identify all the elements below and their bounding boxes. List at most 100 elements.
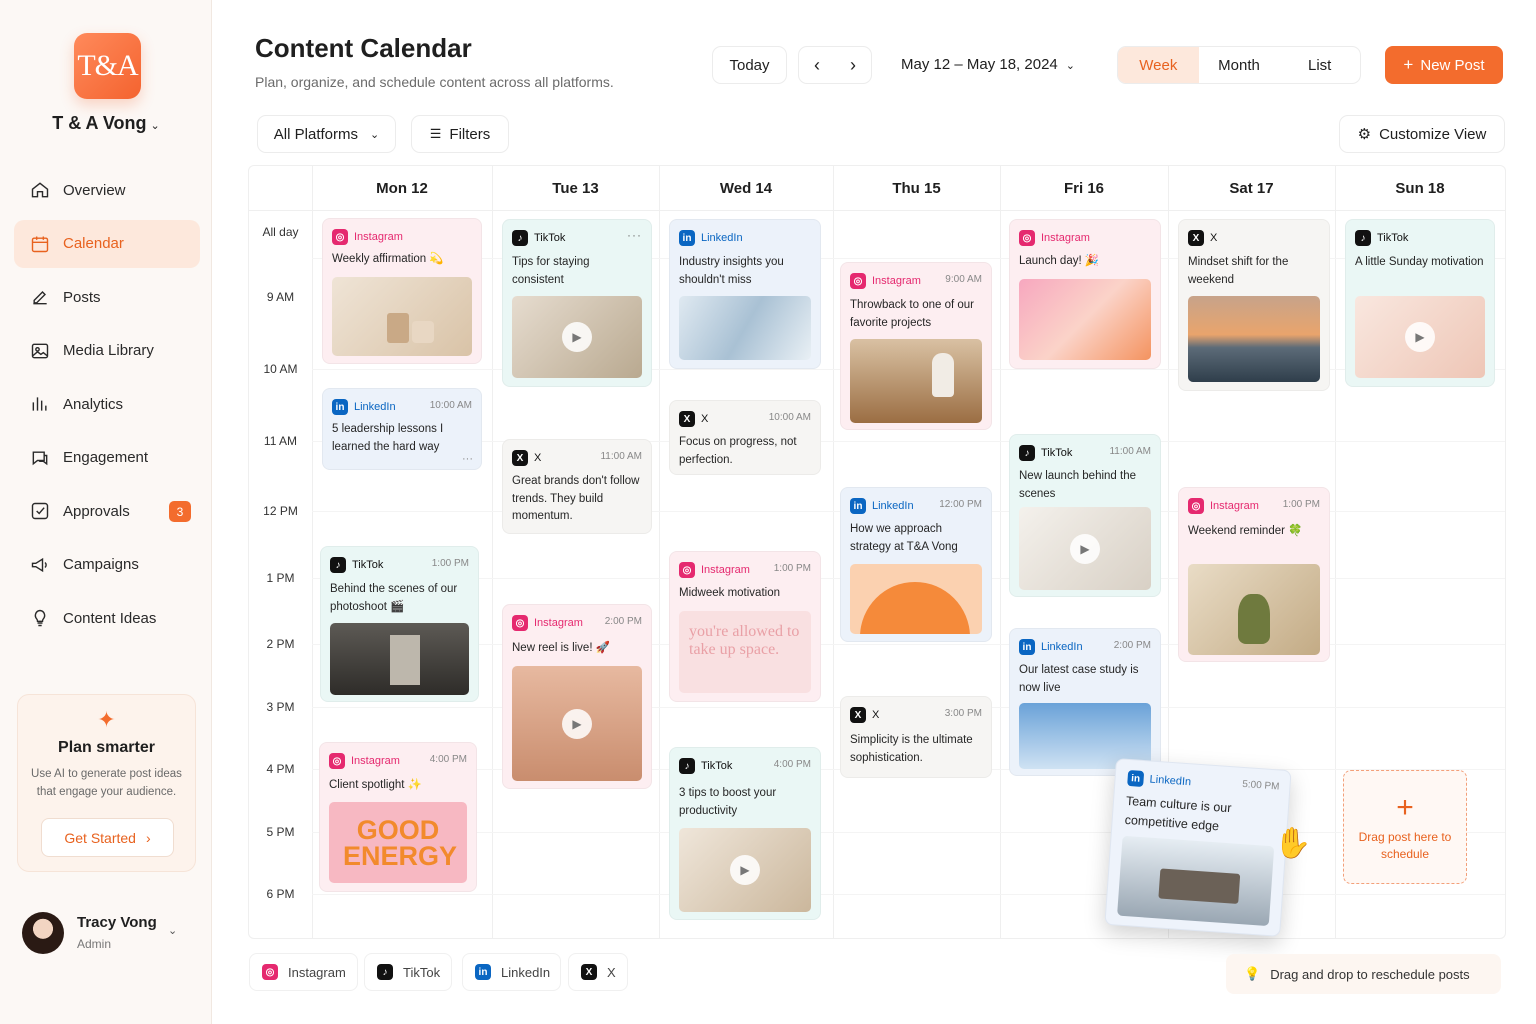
post-platform: ◎ Instagram <box>332 229 403 245</box>
customize-view-label: Customize View <box>1379 125 1487 143</box>
post-time: 5:00 PM <box>1241 778 1280 793</box>
get-started-button[interactable]: Get Started › <box>41 818 174 857</box>
post-text: Behind the scenes of our photoshoot 🎬 <box>330 583 458 613</box>
post-card[interactable]: ◎ Instagram Launch day! 🎉 <box>1009 219 1161 369</box>
chevron-down-icon: ⌄ <box>150 120 160 132</box>
post-thumbnail <box>1188 296 1320 382</box>
chevron-left-icon[interactable]: ‹ <box>814 55 820 76</box>
post-thumbnail <box>332 277 472 356</box>
customize-view-button[interactable]: ⚙ Customize View <box>1339 115 1505 153</box>
play-icon[interactable]: ▶ <box>562 322 592 352</box>
post-thumbnail <box>330 623 469 695</box>
x-icon: X <box>581 964 597 980</box>
platform-name: Instagram <box>351 755 400 767</box>
post-time: 11:00 AM <box>600 451 642 462</box>
post-text: Midweek motivation <box>679 587 780 599</box>
sidebar-item-content-ideas[interactable]: Content Ideas <box>14 594 200 642</box>
user-profile[interactable]: Tracy Vong Admin ⌄ <box>22 910 202 958</box>
post-thumbnail <box>850 564 982 634</box>
play-icon[interactable]: ▶ <box>1070 533 1100 564</box>
post-text: Client spotlight ✨ <box>329 779 422 791</box>
date-range-picker[interactable]: May 12 – May 18, 2024 ⌄ <box>901 56 1075 73</box>
post-card[interactable]: ♪ TikTok 11:00 AM New launch behind the s… <box>1009 434 1161 597</box>
tab-month[interactable]: Month <box>1199 47 1280 83</box>
today-button[interactable]: Today <box>712 46 787 84</box>
chevron-right-icon[interactable]: › <box>850 55 856 76</box>
new-post-button[interactable]: + New Post <box>1385 46 1503 84</box>
post-card[interactable]: ◎ Instagram 9:00 AM Throwback to one of o… <box>840 262 992 430</box>
x-icon: X <box>1188 230 1204 246</box>
platform-name: X <box>872 709 880 721</box>
post-card[interactable]: in LinkedIn 2:00 PM Our latest case study… <box>1009 628 1161 776</box>
tiktok-icon: ♪ <box>1019 445 1035 461</box>
day-header: Fri 16 <box>1063 179 1105 197</box>
time-label: 3 PM <box>266 700 295 714</box>
post-card[interactable]: in LinkedIn Industry insights you shouldn… <box>669 219 821 369</box>
tiktok-icon: ♪ <box>377 964 393 980</box>
post-card[interactable]: in LinkedIn 10:00 AM 5 leadership lessons… <box>322 388 482 470</box>
post-card[interactable]: ♪ TikTok ··· Tips for staying consistent … <box>502 219 652 387</box>
post-thumbnail <box>1188 564 1320 655</box>
more-options-icon[interactable]: ··· <box>462 453 473 465</box>
post-thumbnail: ▶ <box>512 666 642 781</box>
post-card[interactable]: ◎ Instagram 2:00 PM New reel is live! 🚀 ▶ <box>502 604 652 789</box>
post-card[interactable]: XX 10:00 AM Focus on progress, not perfe… <box>669 400 821 475</box>
legend-label: X <box>607 964 616 980</box>
approvals-count-badge: 3 <box>169 501 191 522</box>
post-time: 4:00 PM <box>429 754 467 765</box>
dragging-post-card[interactable]: in LinkedIn 5:00 PM Team culture is our c… <box>1104 758 1292 937</box>
workspace-switcher[interactable]: T & A Vong ⌄ <box>0 113 212 134</box>
tab-week[interactable]: Week <box>1118 47 1199 83</box>
sidebar-item-media-library[interactable]: Media Library <box>14 327 200 375</box>
post-card[interactable]: ◎ Instagram 4:00 PM Client spotlight ✨ GO… <box>319 742 477 892</box>
post-text: 3 tips to boost your productivity <box>679 787 777 817</box>
workspace-name: T & A Vong <box>52 113 147 133</box>
post-card[interactable]: XX 11:00 AM Great brands don't follow tr… <box>502 439 652 534</box>
ai-promo-card: ✦ Plan smarter Use AI to generate post i… <box>17 694 196 872</box>
sidebar-item-campaigns[interactable]: Campaigns <box>14 541 200 589</box>
tab-list[interactable]: List <box>1279 47 1360 83</box>
day-header: Sat 17 <box>1229 179 1274 197</box>
post-platform: XX <box>850 707 879 723</box>
instagram-icon: ◎ <box>329 753 345 769</box>
grid-column-divider <box>1000 166 1001 938</box>
sidebar-item-overview[interactable]: Overview <box>14 166 200 214</box>
post-card[interactable]: ◎ Instagram Weekly affirmation 💫 <box>322 218 482 364</box>
sidebar-item-calendar[interactable]: Calendar <box>14 219 200 268</box>
more-options-icon[interactable]: ··· <box>627 228 642 242</box>
post-card[interactable]: ◎ Instagram 1:00 PM Weekend reminder 🍀 <box>1178 487 1330 662</box>
platform-filter[interactable]: All Platforms ⌄ <box>257 115 396 153</box>
post-card[interactable]: ♪ TikTok 4:00 PM 3 tips to boost your pro… <box>669 747 821 920</box>
promo-text: Use AI to generate post ideas that engag… <box>31 768 182 798</box>
sliders-icon: ☰ <box>429 126 442 141</box>
filters-button[interactable]: ☰ Filters <box>411 115 509 153</box>
sidebar-item-engagement[interactable]: Engagement <box>14 434 200 482</box>
drop-zone[interactable]: + Drag post here to schedule <box>1343 770 1467 884</box>
hour-line <box>312 441 1505 442</box>
post-thumbnail: ▶ <box>512 296 642 378</box>
sidebar-item-analytics[interactable]: Analytics <box>14 380 200 428</box>
play-icon[interactable]: ▶ <box>562 708 592 739</box>
platform-name: Instagram <box>872 275 921 287</box>
legend-label: TikTok <box>403 964 441 980</box>
instagram-icon: ◎ <box>1019 230 1035 246</box>
post-platform: in LinkedIn <box>332 399 396 415</box>
sidebar-item-posts[interactable]: Posts <box>14 273 200 321</box>
play-icon[interactable]: ▶ <box>730 855 760 885</box>
platform-name: Instagram <box>1041 232 1090 244</box>
post-thumbnail: GOOD ENERGY <box>329 802 467 883</box>
brand-logo[interactable]: T&A <box>74 33 141 99</box>
play-icon[interactable]: ▶ <box>1405 322 1435 352</box>
post-card[interactable]: XX 3:00 PM Simplicity is the ultimate so… <box>840 696 992 778</box>
post-card[interactable]: XX Mindset shift for the weekend <box>1178 219 1330 391</box>
post-card[interactable]: ♪ TikTok A little Sunday motivation ▶ <box>1345 219 1495 387</box>
sidebar-item-approvals[interactable]: Approvals 3 <box>14 487 200 535</box>
legend-tiktok: ♪ TikTok <box>364 953 452 991</box>
post-card[interactable]: ◎ Instagram 1:00 PM Midweek motivation yo… <box>669 551 821 702</box>
post-text: Great brands don't follow trends. They b… <box>512 475 640 522</box>
post-text: Tips for staying consistent <box>512 256 590 286</box>
post-card[interactable]: ♪ TikTok 1:00 PM Behind the scenes of our… <box>320 546 479 702</box>
post-text: Mindset shift for the weekend <box>1188 256 1289 286</box>
post-card[interactable]: in LinkedIn 12:00 PM How we approach stra… <box>840 487 992 642</box>
chevron-down-icon: ⌄ <box>168 925 178 937</box>
